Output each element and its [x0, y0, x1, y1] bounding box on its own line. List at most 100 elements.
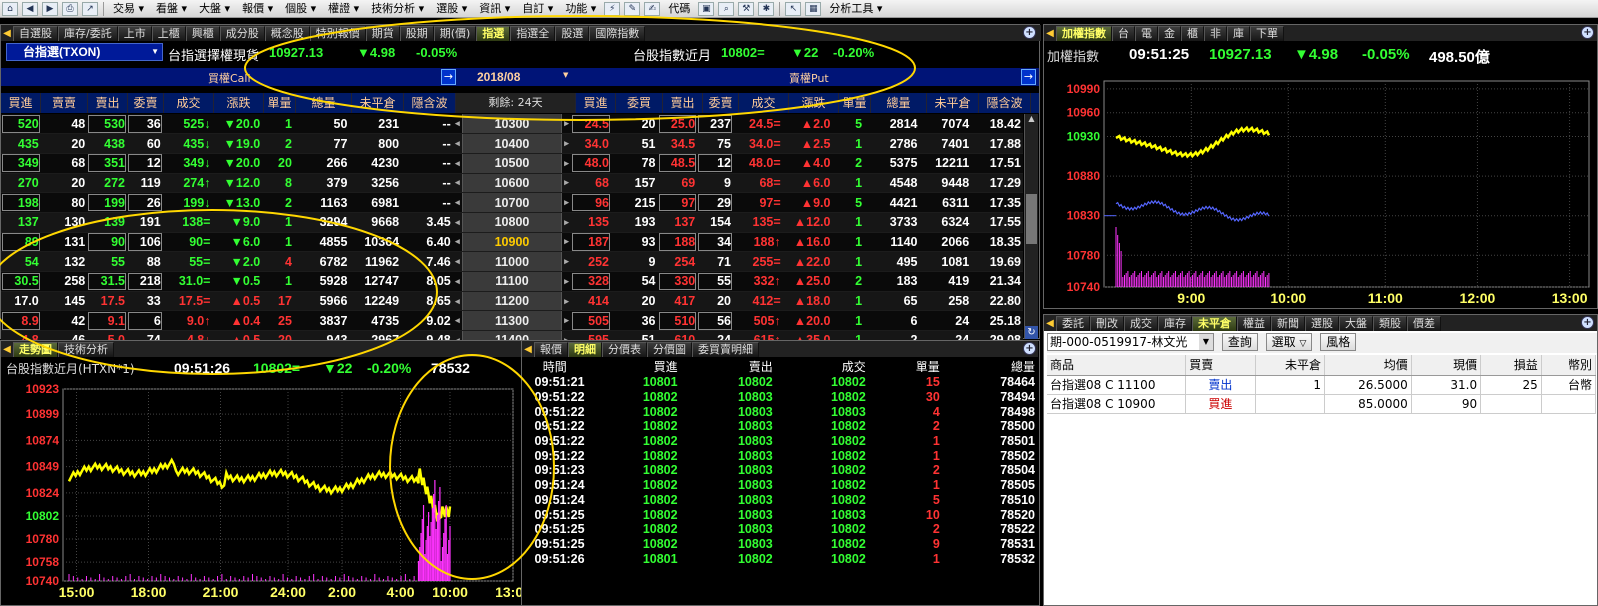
put-cell[interactable]: 505 — [571, 310, 611, 332]
put-cell[interactable]: 17.51 — [971, 153, 1023, 174]
call-cell[interactable]: 106 — [127, 232, 163, 253]
table-row[interactable]: 09:51:24 10802 10803 10802 1 78505 — [522, 478, 1038, 493]
call-cell[interactable]: 60 — [127, 133, 163, 154]
put-cell[interactable]: 6324 — [919, 212, 972, 233]
menu-item[interactable]: 選股 ▾ — [430, 0, 473, 18]
call-cell[interactable]: ▲0.4 — [212, 310, 263, 332]
call-cell[interactable]: 132 — [40, 251, 88, 272]
put-cell[interactable]: 9448 — [919, 173, 972, 194]
put-cell[interactable]: 5 — [832, 192, 865, 213]
call-cell[interactable]: 90 — [87, 232, 128, 253]
column-header[interactable]: 幣別 — [1541, 355, 1597, 376]
column-header[interactable]: 委買 — [616, 93, 663, 113]
table-row[interactable]: 09:51:26 10801 10802 10802 1 78532 — [522, 551, 1038, 566]
put-cell[interactable]: 4548 — [864, 173, 920, 194]
put-cell[interactable]: 6 — [864, 310, 920, 332]
put-cell[interactable]: 17.55 — [971, 212, 1023, 233]
call-cell[interactable]: 131 — [40, 232, 88, 253]
tools-icon[interactable]: ⚒ — [738, 1, 755, 16]
call-cell[interactable]: 139 — [87, 212, 128, 233]
select-dropdown[interactable]: 選取 ▽ — [1265, 333, 1313, 351]
put-cell[interactable]: 12211 — [919, 153, 972, 174]
strike-price[interactable]: 10700 — [462, 192, 562, 213]
tab-1[interactable]: 技術分析 — [58, 342, 114, 357]
call-cell[interactable]: 138= — [162, 212, 213, 233]
call-cell[interactable]: 258 — [40, 271, 88, 292]
call-cell[interactable]: ▲0.5 — [212, 291, 263, 312]
put-cell[interactable]: ▲9.0 — [782, 192, 833, 213]
put-cell[interactable]: 7401 — [919, 133, 972, 154]
put-cell[interactable]: 20 — [697, 291, 733, 312]
tab-2[interactable]: 上市 — [117, 26, 152, 41]
call-cell[interactable]: 1 — [262, 232, 294, 253]
tab-5[interactable]: 非 — [1204, 26, 1227, 41]
call-cell[interactable]: 54 — [1, 251, 41, 272]
table-row[interactable]: 09:51:21 10801 10802 10802 15 78464 — [522, 375, 1038, 390]
column-header[interactable]: 單量 — [264, 93, 296, 113]
call-cell[interactable]: 1163 — [293, 192, 350, 213]
tab-10[interactable]: 期(價) — [433, 26, 477, 41]
tab-11[interactable]: 指選 — [476, 26, 511, 41]
call-cell[interactable]: ▼20.0 — [212, 114, 263, 135]
put-cell[interactable]: ▲22.0 — [782, 251, 833, 272]
call-cell[interactable]: 20 — [40, 173, 88, 194]
tab-8[interactable]: 大盤 — [1339, 316, 1373, 331]
menu-item[interactable]: 自訂 ▾ — [516, 0, 559, 18]
put-cell[interactable]: 19.69 — [971, 251, 1023, 272]
put-cell[interactable]: ▲16.0 — [782, 232, 833, 253]
put-cell[interactable]: 1 — [832, 173, 865, 194]
tab-7[interactable]: 特別報價 — [309, 26, 366, 41]
tab-12[interactable]: 指選全 — [510, 26, 556, 41]
tab-7[interactable]: 下單 — [1250, 26, 1284, 41]
put-cell[interactable]: 24.5= — [733, 114, 783, 135]
table-row[interactable]: 台指選08 C 11100 賣出 1 26.5000 31.0 25 台幣 — [1047, 375, 1597, 395]
tab-4[interactable]: 興櫃 — [185, 26, 220, 41]
tab-6[interactable]: 庫 — [1227, 26, 1250, 41]
call-cell[interactable]: 12 — [127, 153, 163, 174]
call-cell[interactable]: 1 — [262, 212, 294, 233]
call-cell[interactable]: 198 — [1, 192, 41, 213]
call-cell[interactable]: 349 — [1, 153, 41, 174]
column-header[interactable]: 買進 — [1, 93, 41, 113]
column-header[interactable]: 成交 — [164, 93, 214, 113]
table-row[interactable]: 137 130 139 191 138= ▼9.0 1 3294 9668 3.45 ◂ 10800 ▸… — [1, 212, 1023, 233]
call-cell[interactable]: 6.40 — [401, 232, 453, 253]
strike-price[interactable]: 10800 — [462, 212, 562, 233]
call-cell[interactable]: 8.05 — [401, 271, 453, 292]
account-select[interactable]: 期-000-0519917-林文光 ▼ — [1047, 333, 1214, 351]
table-row[interactable]: 09:51:22 10802 10803 10802 1 78501 — [522, 434, 1038, 449]
tab-9[interactable]: 類股 — [1373, 316, 1407, 331]
call-cell[interactable]: 7.46 — [401, 251, 453, 272]
put-cell[interactable]: 97= — [733, 192, 783, 213]
table-row[interactable]: 09:51:23 10802 10803 10802 2 78504 — [522, 463, 1038, 478]
table-row[interactable]: 8.9 42 9.1 6 9.0↑ ▲0.4 25 3837 4735 9.02 ◂ 11300 ▸ 50… — [1, 310, 1023, 332]
call-cell[interactable]: -- — [401, 153, 453, 174]
call-cell[interactable]: 520 — [1, 114, 41, 135]
table-row[interactable]: 台指選08 C 10900 買進 85.0000 90 — [1047, 394, 1597, 414]
put-cell[interactable]: 187 — [571, 232, 611, 253]
put-cell[interactable]: 25.0 — [657, 114, 698, 135]
tab-8[interactable]: 期貨 — [365, 26, 400, 41]
call-cell[interactable]: -- — [401, 192, 453, 213]
forward-icon[interactable]: ▶ — [42, 1, 58, 16]
call-cell[interactable]: 137 — [1, 212, 41, 233]
column-header[interactable]: 總量 — [871, 93, 927, 113]
call-cell[interactable]: 12249 — [349, 291, 402, 312]
call-cell[interactable]: -- — [401, 133, 453, 154]
tab-scroll-icon[interactable]: ◀ — [1, 342, 13, 357]
put-cell[interactable]: 135 — [571, 212, 611, 233]
put-cell[interactable]: 21.34 — [971, 271, 1023, 292]
put-cell[interactable]: 419 — [919, 271, 972, 292]
put-cell[interactable]: 1 — [832, 251, 865, 272]
put-cell[interactable]: 96 — [571, 192, 611, 213]
call-cell[interactable]: 88 — [127, 251, 163, 272]
call-cell[interactable]: 119 — [127, 173, 163, 194]
menu-item[interactable]: 技術分析 ▾ — [365, 0, 430, 18]
strike-price[interactable]: 10300 — [462, 114, 562, 135]
call-cell[interactable]: 5966 — [293, 291, 350, 312]
zoom-icon[interactable]: + — [1581, 316, 1594, 329]
tab-6[interactable]: 新聞 — [1271, 316, 1305, 331]
column-header[interactable]: 隱含波 — [404, 93, 456, 113]
call-cell[interactable]: 20 — [40, 133, 88, 154]
put-cell[interactable]: 183 — [864, 271, 920, 292]
